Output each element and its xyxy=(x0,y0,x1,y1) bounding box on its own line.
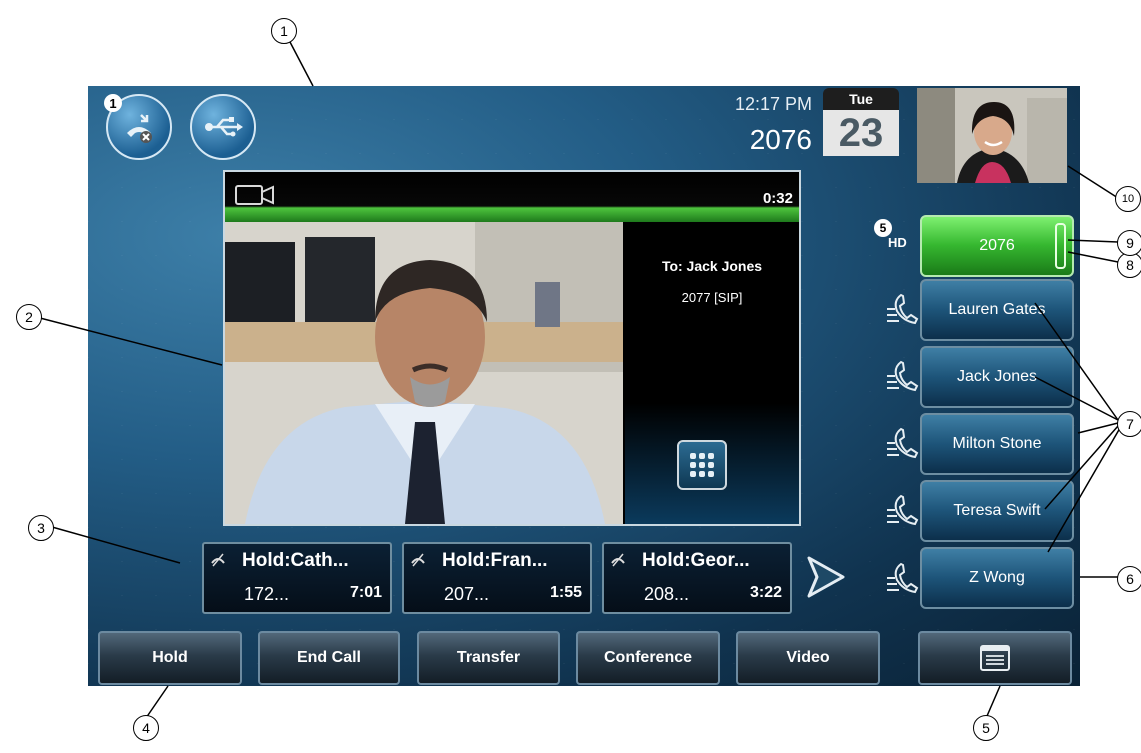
callout-4: 4 xyxy=(133,715,159,741)
callout-2: 2 xyxy=(16,304,42,330)
callout-leader-lines xyxy=(39,41,1128,719)
callout-3: 3 xyxy=(28,515,54,541)
callout-7: 7 xyxy=(1117,411,1141,437)
callout-5: 5 xyxy=(973,715,999,741)
callout-9: 9 xyxy=(1117,230,1141,256)
callout-1: 1 xyxy=(271,18,297,44)
callout-10: 10 xyxy=(1115,186,1141,212)
callout-6: 6 xyxy=(1117,566,1141,592)
